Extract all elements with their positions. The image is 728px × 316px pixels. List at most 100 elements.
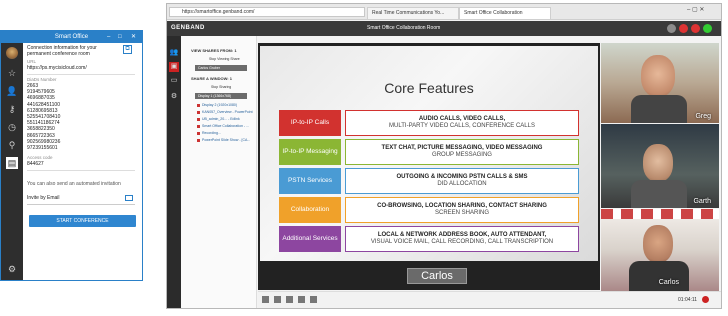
start-conference-button[interactable]: START CONFERENCE [29,215,136,227]
share-icon[interactable]: ▣ [169,62,179,72]
feature-row: PSTN Services OUTGOING & INCOMING PSTN CA… [279,168,579,194]
feature-line: DID ALLOCATION [437,181,487,187]
feature-line: MULTI-PARTY VIDEO CALLS, CONFERENCE CALL… [389,123,535,129]
url-value[interactable]: https://ps.mycisicloud.com/ [27,65,87,71]
control-bar: 01:04:11 [258,291,721,308]
avatar[interactable] [6,47,18,59]
feature-row: IP-to-IP Messaging TEXT CHAT, PICTURE MES… [279,139,579,165]
display-item[interactable]: Display 1 (1366x768) [195,93,247,99]
app-header: GENBAND Smart Office Collaboration Room [167,21,721,36]
participant-face [643,144,673,182]
feature-description: OUTGOING & INCOMING PSTN CALLS & SMS DID … [345,168,579,194]
window-item[interactable]: PowerPoint Slide Show - [CA... [197,138,250,142]
participant-name: Garth [693,198,711,205]
app-side-rail: 👥 ▣ ▭ ⚙ [167,36,181,308]
feature-line: CO-BROWSING, LOCATION SHARING, CONTACT S… [377,202,547,209]
copy-icon[interactable]: ⧉ [123,45,132,54]
video-tile[interactable]: Carlos [601,209,719,291]
record-icon[interactable] [679,24,688,33]
feature-label: IP-to-IP Calls [279,110,341,136]
pin-icon[interactable]: ⚲ [6,139,18,151]
feature-line: TEXT CHAT, PICTURE MESSAGING, VIDEO MESS… [381,144,543,151]
end-call-icon[interactable] [702,296,709,303]
genband-logo: GENBAND [171,25,205,31]
presenter-label: Carlos [407,268,467,284]
user-icon[interactable]: 👤 [6,85,18,97]
window-item[interactable]: UB_admin_20... - Edlink [197,117,240,121]
feature-description: CO-BROWSING, LOCATION SHARING, CONTACT S… [345,197,579,223]
stop-viewing-button[interactable]: Stop Viewing Share [209,57,240,61]
display-item[interactable]: Display 2 (1920x1080) [197,103,237,107]
presentation-slide: Core Features IP-to-IP Calls AUDIO CALLS,… [260,46,598,261]
dialin-label: DiaDs Number [27,77,57,82]
user-avatar-icon[interactable] [667,24,676,33]
window-item[interactable]: Recording... [197,131,221,135]
mail-icon[interactable] [125,195,133,201]
share-window-title: SHARE A WINDOW: 1 [191,76,232,81]
close-button[interactable]: ✕ [131,31,136,43]
invite-email-label: Invite by Email [27,195,60,201]
current-share[interactable]: Carlos Gruber [195,65,247,71]
record-button-icon[interactable] [298,296,305,303]
window-controls[interactable]: – ▢ ✕ [687,6,704,13]
feature-label: Collaboration [279,197,341,223]
slide-title: Core Features [384,80,474,96]
access-code: 844627 [27,161,44,167]
tab-rtc[interactable]: Real Time Communications Yo... [367,7,459,19]
feature-description: AUDIO CALLS, VIDEO CALLS, MULTI-PARTY VID… [345,110,579,136]
invite-email-field[interactable]: Invite by Email [27,195,135,205]
participant-name: Greg [695,113,711,120]
feature-label: Additional Services [279,226,341,252]
stop-sharing-button[interactable]: Stop Sharing [211,85,231,89]
view-shares-title: VIEW SHARES FROM: 1 [191,48,237,53]
minimize-button[interactable]: – [107,31,110,43]
video-tile[interactable]: Garth [601,124,719,208]
access-label: Access code [27,155,53,160]
feature-line: GROUP MESSAGING [432,152,492,158]
feature-line: AUDIO CALLS, VIDEO CALLS, [418,115,506,122]
smart-office-window: Smart Office – □ ✕ ☆ 👤 ⚷ ◷ ⚲ ▤ ⚙ Connect… [0,30,143,281]
feature-description: TEXT CHAT, PICTURE MESSAGING, VIDEO MESS… [345,139,579,165]
dialin-number: 97239155601 [27,145,58,152]
settings-button-icon[interactable] [310,296,317,303]
screen-icon[interactable]: ▭ [169,76,179,86]
layout-icon[interactable] [274,296,281,303]
fullscreen-icon[interactable] [262,296,269,303]
doc-icon[interactable]: ▤ [6,157,18,169]
window-item[interactable]: Smart Office Collaboration - ... [197,124,249,128]
call-icon[interactable] [703,24,712,33]
feature-line: LOCAL & NETWORK ADDRESS BOOK, AUTO ATTEN… [377,231,547,238]
tab-collaboration[interactable]: Smart Office Collaboration [459,7,551,19]
clock-icon[interactable]: ◷ [6,121,18,133]
dialin-number: 441628451100 [27,101,60,108]
nav-rail: ☆ 👤 ⚷ ◷ ⚲ ▤ ⚙ [1,43,23,280]
maximize-button[interactable]: □ [118,31,122,43]
feature-row: IP-to-IP Calls AUDIO CALLS, VIDEO CALLS, M… [279,110,579,136]
lock-icon[interactable]: ⚷ [6,103,18,115]
share-panel: VIEW SHARES FROM: 1 Stop Viewing Share C… [181,36,257,308]
grid-icon[interactable] [286,296,293,303]
feature-label: PSTN Services [279,168,341,194]
star-icon[interactable]: ☆ [6,67,18,79]
dialin-numbers: 2663 9194579605 4696887035 441628451100 6128… [27,83,60,151]
feature-line: VISUAL VOICE MAIL, CALL RECORDING, CALL … [370,239,554,245]
mute-icon[interactable] [691,24,700,33]
app-title: Smart Office Collaboration Room [367,25,441,31]
feature-label: IP-to-IP Messaging [279,139,341,165]
participant-face [641,55,675,97]
settings-icon[interactable]: ⚙ [169,92,179,102]
feature-description: LOCAL & NETWORK ADDRESS BOOK, AUTO ATTEN… [345,226,579,252]
gear-icon[interactable]: ⚙ [6,263,18,275]
invite-text: You can also send an automated invitatio… [27,181,121,187]
feature-row: Collaboration CO-BROWSING, LOCATION SHARI… [279,197,579,223]
browser-window: https://smartoffice.genband.com/ Real Ti… [166,3,722,309]
address-bar[interactable]: https://smartoffice.genband.com/ [169,7,365,17]
video-tile[interactable]: Greg [601,43,719,123]
call-timer: 01:04:11 [678,297,698,303]
window-item[interactable]: KAN057_Overview - PowerPoint [197,110,253,114]
participants-icon[interactable]: 👥 [169,48,179,58]
feature-row: Additional Services LOCAL & NETWORK ADDRE… [279,226,579,252]
participant-face [643,225,673,263]
browser-chrome: https://smartoffice.genband.com/ Real Ti… [167,4,721,20]
info-heading: Connection information for your permanen… [27,45,97,57]
